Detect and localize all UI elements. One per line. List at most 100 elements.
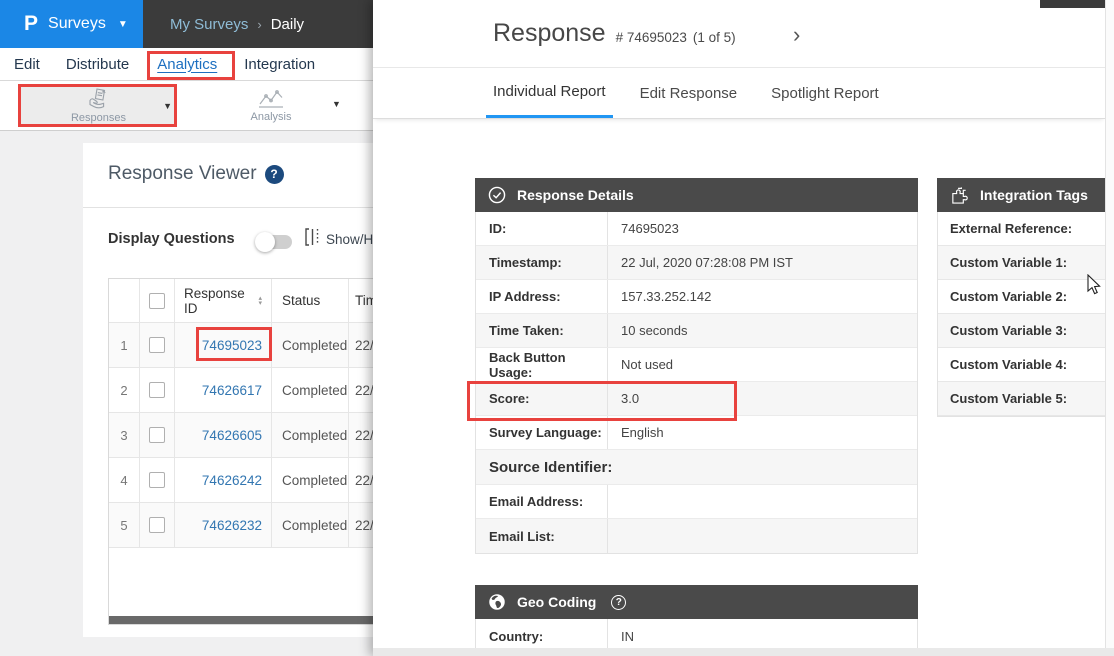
- response-id-cell: 74626232: [175, 503, 272, 547]
- next-response-chevron-icon[interactable]: ›: [793, 22, 800, 48]
- analytics-toolbar: Responses ▼ Analysis ▼: [0, 81, 382, 131]
- status-cell: Completed: [272, 323, 349, 367]
- detail-row: ID: 74695023: [476, 212, 917, 246]
- responses-button[interactable]: Responses ▼: [20, 84, 177, 127]
- show-hide-columns-label[interactable]: Show/H: [326, 232, 373, 247]
- status-header: Status: [272, 279, 349, 322]
- detail-value: 3.0: [608, 382, 917, 415]
- menu-item-integration[interactable]: Integration: [244, 56, 315, 73]
- tab-individual-report[interactable]: Individual Report: [486, 68, 613, 118]
- response-id-link[interactable]: 74626242: [202, 473, 262, 488]
- detail-label: Timestamp:: [476, 246, 608, 279]
- checkbox-cell: [140, 458, 175, 502]
- menu-item-analytics[interactable]: Analytics: [157, 56, 217, 73]
- detail-label: Source Identifier:: [476, 450, 917, 484]
- panel-header: Response # 74695023 (1 of 5) ›: [373, 0, 1105, 68]
- breadcrumb: My Surveys › Daily: [143, 0, 390, 48]
- help-icon[interactable]: ?: [265, 165, 284, 184]
- response-detail-panel: Response # 74695023 (1 of 5) › Individua…: [373, 0, 1114, 656]
- response-id-link[interactable]: 74626605: [202, 428, 262, 443]
- select-all-checkbox[interactable]: [149, 293, 165, 309]
- response-id-header[interactable]: Response ID ▴▾: [175, 279, 272, 322]
- analysis-button-label: Analysis: [251, 111, 292, 123]
- mouse-cursor-icon: [1087, 274, 1104, 296]
- response-id-link[interactable]: 74626232: [202, 518, 262, 533]
- response-id-cell: 74626605: [175, 413, 272, 457]
- breadcrumb-separator: ›: [257, 17, 261, 32]
- row-number: 2: [109, 368, 140, 412]
- vertical-scrollbar[interactable]: [1105, 0, 1114, 656]
- integration-tags-title: Integration Tags: [980, 187, 1088, 203]
- integration-row: Custom Variable 5:: [938, 382, 1105, 416]
- detail-value: 74695023: [608, 212, 917, 245]
- response-position: (1 of 5): [693, 30, 736, 45]
- geo-help-icon[interactable]: ?: [611, 595, 626, 610]
- response-details-body: ID: 74695023 Timestamp: 22 Jul, 2020 07:…: [475, 212, 918, 554]
- detail-label: Email List:: [476, 519, 608, 553]
- row-number-header: [109, 279, 140, 322]
- status-cell: Completed: [272, 458, 349, 502]
- detail-value: 10 seconds: [608, 314, 917, 347]
- analysis-chart-icon: [256, 88, 286, 110]
- responses-hand-document-icon: [86, 87, 112, 111]
- toggle-knob: [255, 232, 275, 252]
- detail-value: [608, 519, 917, 553]
- geo-coding-title: Geo Coding: [517, 594, 596, 610]
- globe-icon: [488, 593, 506, 611]
- response-details-section: Response Details ID: 74695023 Timestamp:…: [475, 178, 918, 554]
- detail-row: Email Address:: [476, 485, 917, 519]
- detail-row: Time Taken: 10 seconds: [476, 314, 917, 348]
- response-number: # 74695023: [616, 30, 687, 45]
- analysis-button[interactable]: Analysis: [222, 84, 320, 127]
- row-checkbox[interactable]: [149, 337, 165, 353]
- detail-row: Survey Language: English: [476, 416, 917, 450]
- responses-dropdown-caret-icon[interactable]: ▼: [163, 101, 172, 111]
- detail-row: Back Button Usage: Not used: [476, 348, 917, 382]
- response-details-header: Response Details: [475, 178, 918, 212]
- analysis-dropdown-caret-icon[interactable]: ▼: [332, 99, 377, 109]
- breadcrumb-my-surveys[interactable]: My Surveys: [170, 16, 248, 33]
- brand-bar: P Surveys ▼: [0, 0, 143, 48]
- integration-row: Custom Variable 3:: [938, 314, 1105, 348]
- response-id-link[interactable]: 74695023: [202, 338, 262, 353]
- integration-tags-section: Integration Tags External Reference: Cus…: [937, 178, 1106, 417]
- row-checkbox[interactable]: [149, 427, 165, 443]
- panel-title: Response: [493, 19, 606, 48]
- status-cell: Completed: [272, 368, 349, 412]
- status-cell: Completed: [272, 503, 349, 547]
- row-number: 1: [109, 323, 140, 367]
- tab-spotlight-report[interactable]: Spotlight Report: [764, 68, 886, 118]
- display-questions-toggle[interactable]: [257, 235, 292, 249]
- response-id-cell: 74626242: [175, 458, 272, 502]
- response-id-link[interactable]: 74626617: [202, 383, 262, 398]
- detail-value: 157.33.252.142: [608, 280, 917, 313]
- panel-tabs: Individual Report Edit Response Spotligh…: [373, 68, 1105, 119]
- row-checkbox[interactable]: [149, 517, 165, 533]
- chevron-down-icon[interactable]: ▼: [118, 19, 128, 30]
- sort-icon[interactable]: ▴▾: [258, 296, 262, 306]
- row-checkbox[interactable]: [149, 472, 165, 488]
- select-all-cell: [140, 279, 175, 322]
- detail-label: Score:: [476, 382, 608, 415]
- response-id-header-label: Response ID: [184, 286, 253, 316]
- window-edge-strip: [1040, 0, 1105, 8]
- integration-row: Custom Variable 2:: [938, 280, 1105, 314]
- geo-coding-section: Geo Coding ? Country: IN: [475, 585, 918, 654]
- row-checkbox[interactable]: [149, 382, 165, 398]
- detail-row: Timestamp: 22 Jul, 2020 07:28:08 PM IST: [476, 246, 917, 280]
- tab-edit-response[interactable]: Edit Response: [633, 68, 745, 118]
- app-root: P Surveys ▼ My Surveys › Daily Edit Dist…: [0, 0, 1114, 656]
- integration-row: Custom Variable 1:: [938, 246, 1105, 280]
- surveys-menu-button[interactable]: Surveys: [48, 15, 106, 33]
- integration-row: Custom Variable 4:: [938, 348, 1105, 382]
- response-id-cell: 74626617: [175, 368, 272, 412]
- menu-item-edit[interactable]: Edit: [14, 56, 40, 73]
- survey-menu-bar: Edit Distribute Analytics Integration: [0, 48, 382, 81]
- menu-item-distribute[interactable]: Distribute: [66, 56, 129, 73]
- show-hide-columns-icon[interactable]: [304, 228, 320, 251]
- check-circle-icon: [488, 186, 506, 204]
- integration-tags-body: External Reference: Custom Variable 1: C…: [937, 212, 1106, 417]
- geo-coding-header: Geo Coding ?: [475, 585, 918, 619]
- page-title: Response Viewer: [108, 163, 257, 185]
- response-viewer-title-row: Response Viewer ?: [108, 163, 284, 185]
